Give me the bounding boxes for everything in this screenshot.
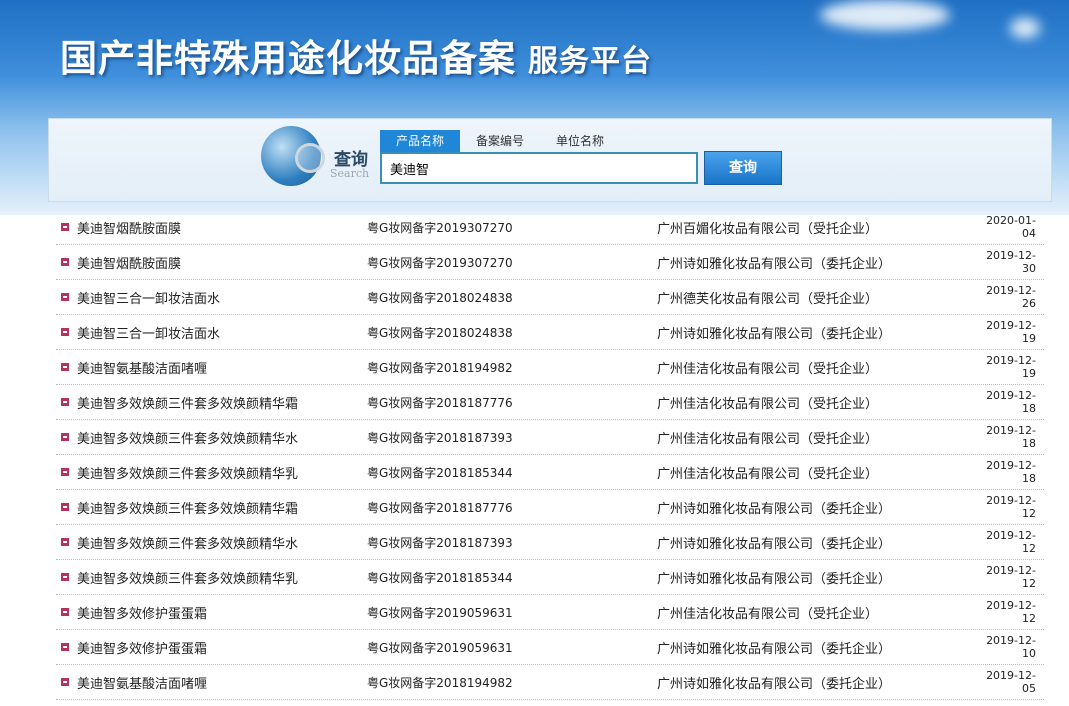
record-number: 粤G妆网备字2019059631	[367, 639, 657, 656]
product-name-link[interactable]: 美迪智三合一卸妆洁面水	[77, 288, 367, 307]
record-number: 粤G妆网备字2018187776	[367, 394, 657, 411]
record-date: 2019-12-18	[975, 389, 1036, 415]
result-row[interactable]: 美迪智多效焕颜三件套多效焕颜精华水 粤G妆网备字2018187393 广州诗如雅…	[56, 525, 1044, 560]
company-name: 广州诗如雅化妆品有限公司（委托企业）	[657, 253, 975, 272]
record-date: 2019-12-05	[975, 669, 1036, 695]
record-number: 粤G妆网备字2018185344	[367, 569, 657, 586]
company-name: 广州诗如雅化妆品有限公司（委托企业）	[657, 673, 975, 692]
product-name-link[interactable]: 美迪智氨基酸洁面啫喱	[77, 358, 367, 377]
record-number: 粤G妆网备字2018194982	[367, 359, 657, 376]
company-name: 广州诗如雅化妆品有限公司（委托企业）	[657, 568, 975, 587]
company-name: 广州百媚化妆品有限公司（受托企业）	[657, 218, 975, 237]
product-name-link[interactable]: 美迪智多效焕颜三件套多效焕颜精华霜	[77, 393, 367, 412]
record-date: 2019-12-19	[975, 354, 1036, 380]
result-row[interactable]: 美迪智多效修护蛋蛋霜 粤G妆网备字2019059631 广州诗如雅化妆品有限公司…	[56, 630, 1044, 665]
product-name-link[interactable]: 美迪智多效焕颜三件套多效焕颜精华水	[77, 533, 367, 552]
record-number: 粤G妆网备字2018187393	[367, 429, 657, 446]
tab-company-name[interactable]: 单位名称	[540, 130, 620, 152]
bullet-icon	[61, 293, 69, 301]
company-name: 广州诗如雅化妆品有限公司（委托企业）	[657, 533, 975, 552]
bullet-icon	[61, 328, 69, 336]
results-list: 美迪智烟酰胺面膜 粤G妆网备字2019307270 广州百媚化妆品有限公司（受托…	[56, 210, 1044, 700]
bullet-icon	[61, 363, 69, 371]
result-row[interactable]: 美迪智多效焕颜三件套多效焕颜精华乳 粤G妆网备字2018185344 广州佳洁化…	[56, 455, 1044, 490]
product-name-link[interactable]: 美迪智多效修护蛋蛋霜	[77, 638, 367, 657]
record-number: 粤G妆网备字2018024838	[367, 289, 657, 306]
result-row[interactable]: 美迪智氨基酸洁面啫喱 粤G妆网备字2018194982 广州诗如雅化妆品有限公司…	[56, 665, 1044, 700]
magnifier-icon	[295, 143, 325, 173]
record-date: 2019-12-18	[975, 459, 1036, 485]
product-name-link[interactable]: 美迪智多效修护蛋蛋霜	[77, 603, 367, 622]
bullet-icon	[61, 468, 69, 476]
product-name-link[interactable]: 美迪智三合一卸妆洁面水	[77, 323, 367, 342]
bullet-icon	[61, 433, 69, 441]
product-name-link[interactable]: 美迪智多效焕颜三件套多效焕颜精华水	[77, 428, 367, 447]
record-date: 2020-01-04	[975, 214, 1036, 240]
search-button[interactable]: 查询	[704, 151, 782, 185]
bullet-icon	[61, 573, 69, 581]
company-name: 广州诗如雅化妆品有限公司（委托企业）	[657, 638, 975, 657]
tab-record-number[interactable]: 备案编号	[460, 130, 540, 152]
result-row[interactable]: 美迪智多效焕颜三件套多效焕颜精华霜 粤G妆网备字2018187776 广州诗如雅…	[56, 490, 1044, 525]
bullet-icon	[61, 538, 69, 546]
result-row[interactable]: 美迪智多效焕颜三件套多效焕颜精华乳 粤G妆网备字2018185344 广州诗如雅…	[56, 560, 1044, 595]
result-row[interactable]: 美迪智三合一卸妆洁面水 粤G妆网备字2018024838 广州德芙化妆品有限公司…	[56, 280, 1044, 315]
record-date: 2019-12-12	[975, 529, 1036, 555]
search-panel: 查询 Search 产品名称 备案编号 单位名称 查询	[48, 118, 1052, 202]
tab-product-name[interactable]: 产品名称	[380, 130, 460, 152]
company-name: 广州佳洁化妆品有限公司（受托企业）	[657, 393, 975, 412]
product-name-link[interactable]: 美迪智多效焕颜三件套多效焕颜精华乳	[77, 463, 367, 482]
site-title: 国产非特殊用途化妆品备案服务平台	[60, 28, 652, 82]
product-name-link[interactable]: 美迪智多效焕颜三件套多效焕颜精华霜	[77, 498, 367, 517]
result-row[interactable]: 美迪智多效修护蛋蛋霜 粤G妆网备字2019059631 广州佳洁化妆品有限公司（…	[56, 595, 1044, 630]
bullet-icon	[61, 398, 69, 406]
company-name: 广州诗如雅化妆品有限公司（委托企业）	[657, 498, 975, 517]
company-name: 广州佳洁化妆品有限公司（受托企业）	[657, 603, 975, 622]
record-number: 粤G妆网备字2019307270	[367, 254, 657, 271]
title-sub: 服务平台	[528, 44, 652, 79]
product-name-link[interactable]: 美迪智氨基酸洁面啫喱	[77, 673, 367, 692]
record-number: 粤G妆网备字2018185344	[367, 464, 657, 481]
bullet-icon	[61, 678, 69, 686]
cloud-decoration	[1010, 18, 1040, 38]
record-date: 2019-12-19	[975, 319, 1036, 345]
company-name: 广州佳洁化妆品有限公司（受托企业）	[657, 428, 975, 447]
cloud-decoration	[820, 0, 950, 30]
product-name-link[interactable]: 美迪智烟酰胺面膜	[77, 253, 367, 272]
result-row[interactable]: 美迪智三合一卸妆洁面水 粤G妆网备字2018024838 广州诗如雅化妆品有限公…	[56, 315, 1044, 350]
product-name-link[interactable]: 美迪智烟酰胺面膜	[77, 218, 367, 237]
record-number: 粤G妆网备字2018194982	[367, 674, 657, 691]
record-number: 粤G妆网备字2019307270	[367, 219, 657, 236]
company-name: 广州佳洁化妆品有限公司（受托企业）	[657, 358, 975, 377]
record-number: 粤G妆网备字2018024838	[367, 324, 657, 341]
record-date: 2019-12-26	[975, 284, 1036, 310]
company-name: 广州佳洁化妆品有限公司（受托企业）	[657, 463, 975, 482]
title-main: 国产非特殊用途化妆品备案	[60, 36, 516, 80]
bullet-icon	[61, 643, 69, 651]
result-row[interactable]: 美迪智烟酰胺面膜 粤G妆网备字2019307270 广州诗如雅化妆品有限公司（委…	[56, 245, 1044, 280]
result-row[interactable]: 美迪智烟酰胺面膜 粤G妆网备字2019307270 广州百媚化妆品有限公司（受托…	[56, 210, 1044, 245]
record-date: 2019-12-18	[975, 424, 1036, 450]
record-date: 2019-12-12	[975, 564, 1036, 590]
bullet-icon	[61, 223, 69, 231]
search-input[interactable]	[380, 152, 698, 184]
result-row[interactable]: 美迪智多效焕颜三件套多效焕颜精华水 粤G妆网备字2018187393 广州佳洁化…	[56, 420, 1044, 455]
bullet-icon	[61, 503, 69, 511]
result-row[interactable]: 美迪智氨基酸洁面啫喱 粤G妆网备字2018194982 广州佳洁化妆品有限公司（…	[56, 350, 1044, 385]
record-number: 粤G妆网备字2018187776	[367, 499, 657, 516]
search-label-en: Search	[330, 167, 369, 180]
company-name: 广州诗如雅化妆品有限公司（委托企业）	[657, 323, 975, 342]
record-number: 粤G妆网备字2019059631	[367, 604, 657, 621]
search-tabs: 产品名称 备案编号 单位名称	[380, 130, 620, 152]
record-number: 粤G妆网备字2018187393	[367, 534, 657, 551]
record-date: 2019-12-30	[975, 249, 1036, 275]
record-date: 2019-12-12	[975, 494, 1036, 520]
result-row[interactable]: 美迪智多效焕颜三件套多效焕颜精华霜 粤G妆网备字2018187776 广州佳洁化…	[56, 385, 1044, 420]
bullet-icon	[61, 258, 69, 266]
record-date: 2019-12-10	[975, 634, 1036, 660]
bullet-icon	[61, 608, 69, 616]
company-name: 广州德芙化妆品有限公司（受托企业）	[657, 288, 975, 307]
record-date: 2019-12-12	[975, 599, 1036, 625]
product-name-link[interactable]: 美迪智多效焕颜三件套多效焕颜精华乳	[77, 568, 367, 587]
